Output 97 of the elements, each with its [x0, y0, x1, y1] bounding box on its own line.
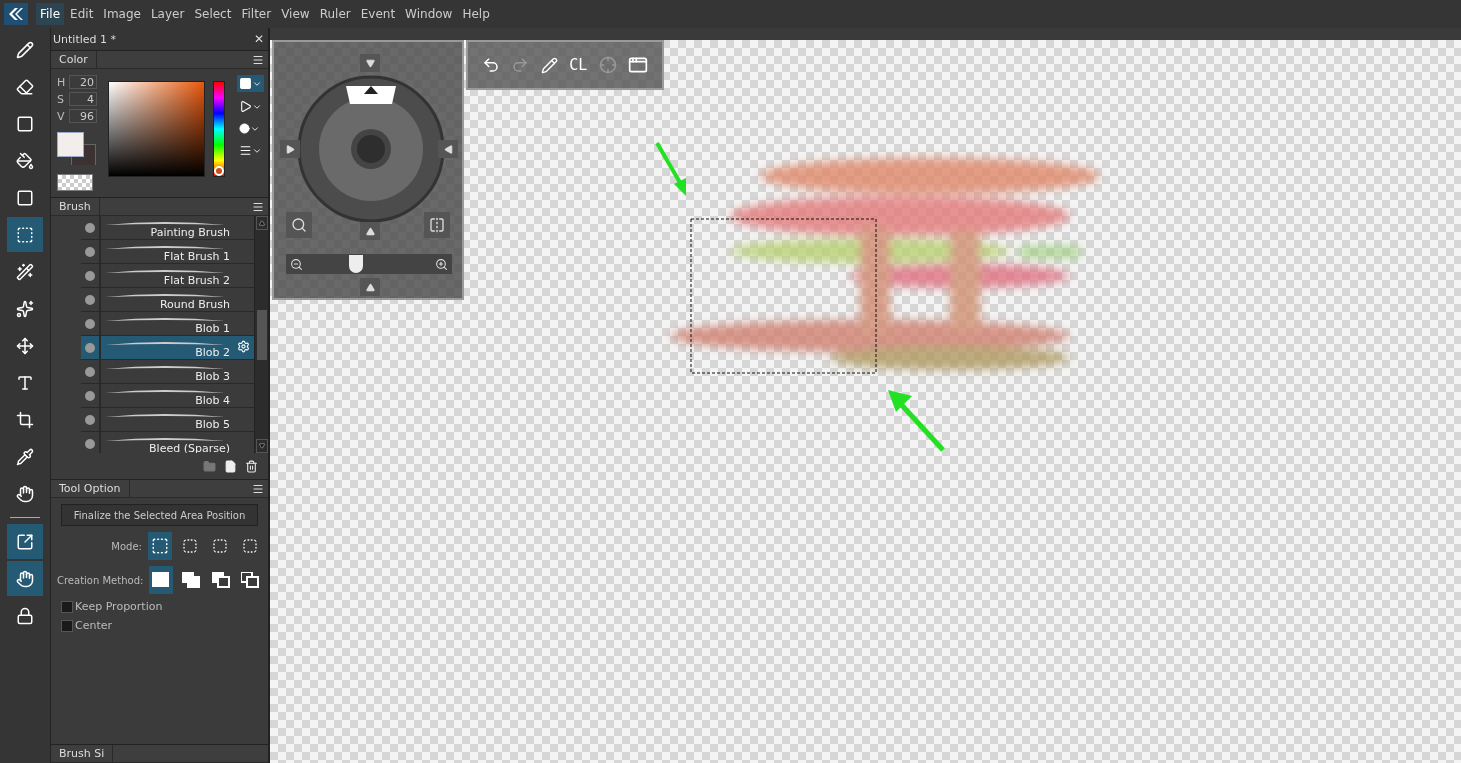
trash-icon[interactable] — [245, 459, 258, 473]
undo-icon[interactable] — [481, 56, 500, 74]
brush-tip-icon — [85, 294, 95, 305]
pan-up-icon[interactable] — [360, 278, 380, 296]
mode-label: Mode: — [110, 540, 142, 552]
menu-icon[interactable] — [252, 200, 264, 213]
arrow-icon — [888, 390, 945, 452]
document-tab[interactable]: Untitled 1 * — [53, 32, 116, 46]
field-label: H — [57, 75, 67, 89]
value-field[interactable]: 96 — [69, 109, 97, 123]
canvas[interactable]: CL — [270, 40, 1461, 763]
selection-icon[interactable] — [7, 217, 43, 252]
brush-name: Round Brush — [159, 298, 230, 311]
finalize-button[interactable]: Finalize the Selected Area Position — [61, 504, 258, 526]
checkbox-label: Keep Proportion — [75, 600, 163, 613]
settings-icon[interactable] — [237, 340, 250, 353]
rotation-dial-icon[interactable] — [296, 74, 446, 224]
menu-item[interactable]: File — [36, 3, 65, 25]
scrollbar-thumb[interactable] — [256, 309, 267, 360]
brush-name: Flat Brush 1 — [163, 250, 230, 263]
color-swatches-icon[interactable] — [57, 132, 97, 165]
menu-icon[interactable] — [252, 53, 264, 66]
brush-name: Blob 5 — [195, 418, 230, 431]
brush-item[interactable]: Flat Brush 2 — [81, 264, 254, 288]
new-selection-icon[interactable] — [149, 566, 174, 594]
hand-square-icon[interactable] — [7, 561, 43, 596]
clear-button[interactable]: CL — [569, 56, 588, 74]
brush-item[interactable]: Painting Brush — [81, 216, 254, 240]
brush-name: Blob 2 — [195, 346, 230, 359]
panel-tab[interactable]: Brush Si — [51, 745, 114, 762]
brush-tip-icon — [85, 366, 95, 377]
creation-method-label: Creation Method: — [57, 574, 144, 586]
field-label: S — [57, 92, 65, 106]
brush-tip-icon — [85, 438, 95, 449]
value-field[interactable]: 20 — [69, 75, 97, 89]
zoom-slider[interactable] — [286, 254, 452, 274]
brush-tip-icon — [85, 222, 95, 233]
app-logo-icon[interactable] — [4, 3, 28, 25]
hue-slider[interactable] — [213, 81, 225, 177]
brush-item[interactable]: Blob 2 — [81, 336, 254, 360]
close-button[interactable]: ✕ — [254, 32, 264, 46]
brush-item[interactable]: Blob 5 — [81, 408, 254, 432]
checkbox[interactable] — [61, 619, 73, 632]
checkbox[interactable] — [61, 600, 73, 613]
color-picker[interactable] — [108, 81, 206, 177]
menu-item[interactable]: Layer — [146, 3, 189, 25]
pan-right-icon[interactable] — [280, 140, 300, 158]
rectangle-select-icon[interactable] — [147, 532, 172, 560]
menu-item[interactable]: Event — [356, 3, 400, 25]
hue-slider-thumb[interactable] — [214, 166, 225, 177]
pan-down-icon[interactable] — [360, 54, 380, 72]
checkbox-label: Center — [75, 619, 113, 632]
brush-item[interactable]: Flat Brush 1 — [81, 240, 254, 264]
menu-item[interactable]: Image — [99, 3, 145, 25]
transparent-swatch[interactable] — [57, 173, 93, 191]
brush-name: Blob 1 — [195, 322, 230, 335]
pan-left-icon[interactable] — [438, 140, 458, 158]
zoom-in-icon — [435, 257, 448, 271]
menu-item[interactable]: Edit — [66, 3, 98, 25]
zoom-fit-icon[interactable] — [286, 212, 312, 238]
pan-up-icon[interactable] — [360, 222, 380, 240]
brush-tip-icon — [85, 318, 95, 329]
brush-item[interactable]: Blob 1 — [81, 312, 254, 336]
zoom-slider-thumb[interactable] — [348, 255, 363, 273]
new-file-icon[interactable] — [224, 459, 237, 473]
window-icon[interactable] — [628, 55, 649, 75]
brush-item[interactable]: Blob 3 — [81, 360, 254, 384]
brush-item[interactable]: Blob 4 — [81, 384, 254, 408]
flip-icon[interactable] — [424, 212, 450, 238]
brush-name: Flat Brush 2 — [163, 274, 230, 287]
menu-icon[interactable] — [252, 482, 264, 495]
menu-item[interactable]: Help — [458, 3, 494, 25]
brush-tip-icon — [85, 246, 95, 257]
menu-item[interactable]: View — [277, 3, 314, 25]
brush-name: Blob 4 — [195, 394, 230, 407]
value-field[interactable]: 4 — [69, 92, 97, 106]
panel-tab[interactable]: Brush — [51, 198, 100, 215]
color-mode-icon[interactable] — [237, 75, 264, 92]
panel-tab[interactable]: Color — [51, 51, 97, 68]
scroll-down-icon[interactable] — [255, 439, 268, 453]
field-label: V — [57, 109, 66, 123]
brush-tip-icon — [85, 270, 95, 281]
menu-item[interactable]: Ruler — [315, 3, 355, 25]
panel-tab[interactable]: Tool Option — [51, 480, 130, 497]
arrow-square-icon[interactable] — [7, 524, 43, 559]
brush-tip-icon — [85, 414, 95, 425]
folder-icon[interactable] — [203, 459, 216, 473]
arrow-icon — [655, 142, 686, 196]
menu-item[interactable]: Select — [190, 3, 236, 25]
brush-tip-icon — [85, 342, 95, 353]
brush-name: Blob 3 — [195, 370, 230, 383]
brush-name: Painting Brush — [150, 226, 230, 239]
zoom-out-icon — [290, 257, 303, 271]
menu-item[interactable]: Filter — [237, 3, 276, 25]
menu-item[interactable]: Window — [401, 3, 457, 25]
brush-tip-icon — [85, 390, 95, 401]
brush-item[interactable]: Round Brush — [81, 288, 254, 312]
